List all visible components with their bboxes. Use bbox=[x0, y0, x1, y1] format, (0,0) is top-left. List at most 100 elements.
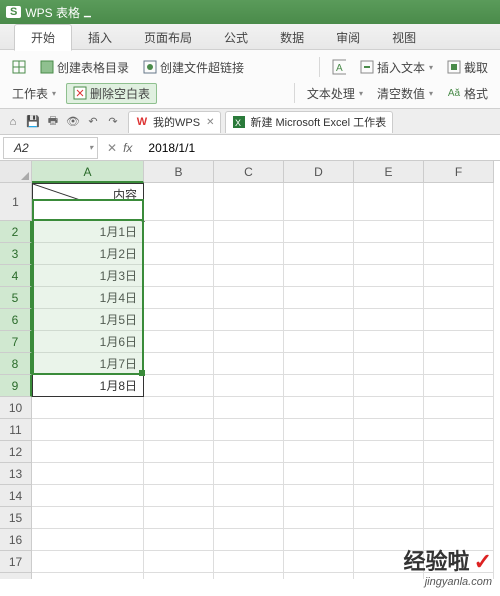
cell[interactable] bbox=[284, 419, 354, 441]
row-header[interactable]: 3 bbox=[0, 243, 32, 265]
cell[interactable] bbox=[284, 507, 354, 529]
cell[interactable] bbox=[284, 309, 354, 331]
cell[interactable] bbox=[214, 397, 284, 419]
column-header[interactable]: B bbox=[144, 161, 214, 183]
doc-tab-excel[interactable]: X 新建 Microsoft Excel 工作表 bbox=[225, 111, 393, 133]
fx-label-icon[interactable]: fx bbox=[123, 141, 132, 155]
cell[interactable] bbox=[144, 573, 214, 579]
row-header[interactable]: 6 bbox=[0, 309, 32, 331]
row-header[interactable]: 2 bbox=[0, 221, 32, 243]
cell[interactable] bbox=[354, 441, 424, 463]
row-header[interactable]: 13 bbox=[0, 463, 32, 485]
cell[interactable] bbox=[214, 419, 284, 441]
cell[interactable] bbox=[214, 309, 284, 331]
cell[interactable] bbox=[214, 287, 284, 309]
cell[interactable] bbox=[284, 529, 354, 551]
cell[interactable] bbox=[214, 463, 284, 485]
cell[interactable] bbox=[424, 441, 494, 463]
cell[interactable] bbox=[32, 551, 144, 573]
cell[interactable] bbox=[354, 331, 424, 353]
cell[interactable] bbox=[144, 353, 214, 375]
cell[interactable] bbox=[354, 463, 424, 485]
screenshot-button[interactable]: 截取 bbox=[443, 57, 492, 78]
cell[interactable] bbox=[214, 265, 284, 287]
cell[interactable] bbox=[144, 397, 214, 419]
cell[interactable] bbox=[144, 441, 214, 463]
menu-tab-insert[interactable]: 插入 bbox=[72, 25, 128, 50]
worksheet-icon-button[interactable] bbox=[8, 58, 30, 76]
cell[interactable] bbox=[284, 441, 354, 463]
cell[interactable] bbox=[354, 485, 424, 507]
insert-text-button[interactable]: 插入文本 ▾ bbox=[356, 57, 437, 78]
preview-icon[interactable]: 👁 bbox=[64, 113, 82, 131]
cell[interactable] bbox=[424, 221, 494, 243]
cell[interactable] bbox=[214, 375, 284, 397]
menu-tab-review[interactable]: 审阅 bbox=[320, 25, 376, 50]
cell[interactable] bbox=[354, 375, 424, 397]
menu-tab-start[interactable]: 开始 bbox=[14, 24, 72, 51]
row-header[interactable]: 1 bbox=[0, 183, 32, 221]
save-icon[interactable]: 💾 bbox=[24, 113, 42, 131]
cell[interactable] bbox=[354, 309, 424, 331]
menu-tab-data[interactable]: 数据 bbox=[264, 25, 320, 50]
worksheet-button[interactable]: 工作表 ▾ bbox=[8, 83, 60, 104]
cell[interactable] bbox=[284, 463, 354, 485]
cell[interactable] bbox=[424, 397, 494, 419]
cell[interactable] bbox=[214, 441, 284, 463]
cell[interactable] bbox=[214, 551, 284, 573]
cell[interactable] bbox=[144, 419, 214, 441]
cell[interactable] bbox=[144, 463, 214, 485]
cell[interactable] bbox=[144, 551, 214, 573]
cell[interactable] bbox=[32, 397, 144, 419]
cell[interactable] bbox=[354, 221, 424, 243]
row-header[interactable]: 7 bbox=[0, 331, 32, 353]
cell[interactable] bbox=[284, 287, 354, 309]
cell[interactable] bbox=[424, 243, 494, 265]
cell[interactable]: 1月5日 bbox=[32, 309, 144, 331]
row-header[interactable]: 4 bbox=[0, 265, 32, 287]
cell[interactable] bbox=[32, 463, 144, 485]
cell[interactable] bbox=[354, 419, 424, 441]
delete-blank-button[interactable]: 删除空白表 bbox=[66, 83, 157, 104]
cell[interactable] bbox=[354, 353, 424, 375]
cell[interactable]: 1月8日 bbox=[32, 375, 144, 397]
cell[interactable] bbox=[284, 375, 354, 397]
cell[interactable] bbox=[354, 397, 424, 419]
print-icon[interactable]: 🖶 bbox=[44, 113, 62, 131]
cell[interactable] bbox=[32, 419, 144, 441]
cell[interactable] bbox=[214, 183, 284, 221]
row-header[interactable]: 8 bbox=[0, 353, 32, 375]
create-link-button[interactable]: 创建文件超链接 bbox=[139, 57, 248, 78]
cell[interactable] bbox=[284, 551, 354, 573]
name-box[interactable]: A2 ▾ bbox=[3, 137, 98, 159]
cell[interactable] bbox=[424, 375, 494, 397]
cell[interactable] bbox=[284, 331, 354, 353]
cell[interactable] bbox=[214, 485, 284, 507]
cell[interactable] bbox=[214, 573, 284, 579]
row-header[interactable]: 17 bbox=[0, 551, 32, 573]
undo-icon[interactable]: ↶ bbox=[84, 113, 102, 131]
cell[interactable]: 1月6日 bbox=[32, 331, 144, 353]
cell[interactable] bbox=[32, 529, 144, 551]
row-header[interactable]: 5 bbox=[0, 287, 32, 309]
cell[interactable] bbox=[424, 353, 494, 375]
cell[interactable] bbox=[284, 265, 354, 287]
column-header[interactable]: F bbox=[424, 161, 494, 183]
cell[interactable] bbox=[32, 485, 144, 507]
cell[interactable] bbox=[214, 243, 284, 265]
cell[interactable]: 1月2日 bbox=[32, 243, 144, 265]
cell[interactable] bbox=[214, 221, 284, 243]
text-group-icon[interactable]: A bbox=[328, 58, 350, 76]
cell[interactable] bbox=[284, 221, 354, 243]
cell[interactable] bbox=[284, 243, 354, 265]
cell[interactable] bbox=[424, 331, 494, 353]
cell[interactable]: 1月3日 bbox=[32, 265, 144, 287]
cell[interactable] bbox=[424, 287, 494, 309]
cell[interactable] bbox=[284, 353, 354, 375]
cell[interactable] bbox=[424, 507, 494, 529]
cell[interactable] bbox=[144, 265, 214, 287]
cell[interactable] bbox=[144, 309, 214, 331]
cell[interactable] bbox=[354, 287, 424, 309]
cell[interactable] bbox=[354, 265, 424, 287]
cell[interactable] bbox=[144, 529, 214, 551]
